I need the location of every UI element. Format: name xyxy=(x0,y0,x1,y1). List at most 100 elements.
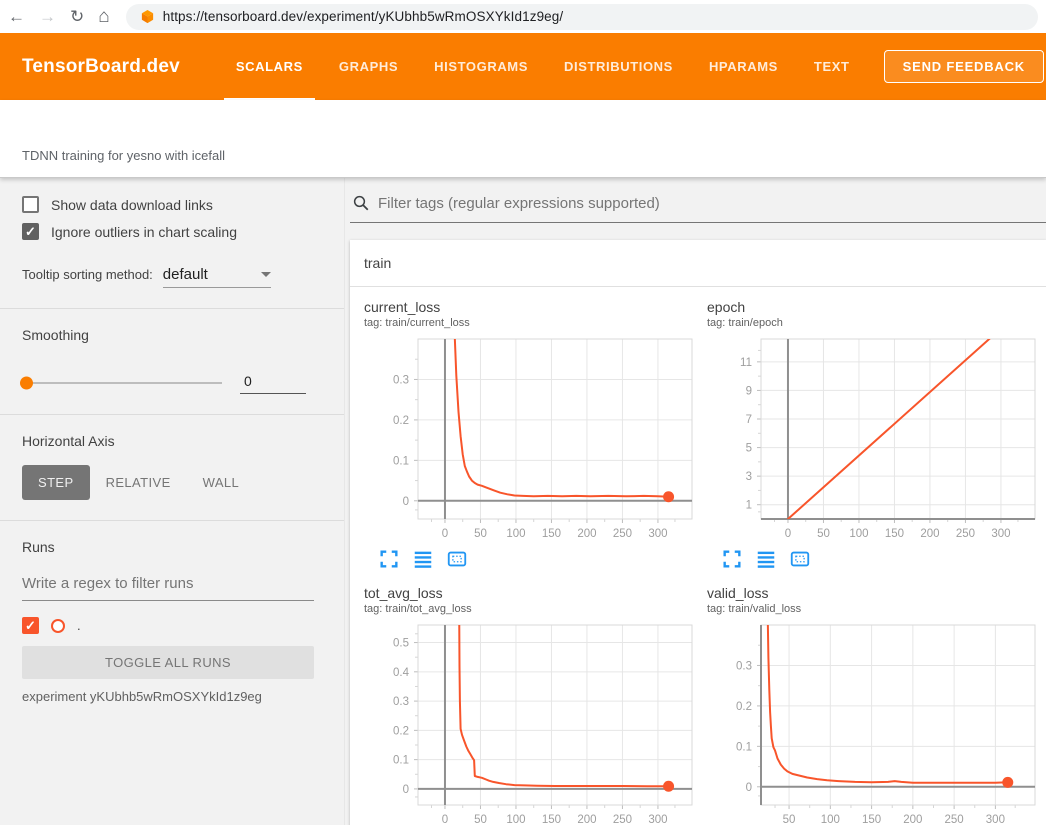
app-header: TensorBoard.dev SCALARS GRAPHS HISTOGRAM… xyxy=(0,33,1046,100)
svg-text:0.1: 0.1 xyxy=(736,741,752,753)
chart-panel-epoch: epoch tag: train/epoch 05010015020025030… xyxy=(707,299,1045,571)
toggle-y-axis-icon[interactable] xyxy=(412,547,436,571)
experiment-title-bar: TDNN training for yesno with icefall xyxy=(0,100,1046,178)
forward-icon[interactable]: → xyxy=(39,8,56,25)
svg-text:0.1: 0.1 xyxy=(393,755,409,767)
svg-text:200: 200 xyxy=(903,814,922,825)
svg-text:100: 100 xyxy=(849,528,868,540)
main-panel: train current_loss tag: train/current_lo… xyxy=(345,178,1046,825)
smoothing-slider-row xyxy=(22,371,314,394)
axis-relative-button[interactable]: RELATIVE xyxy=(90,465,187,500)
axis-wall-button[interactable]: WALL xyxy=(187,465,256,500)
svg-text:150: 150 xyxy=(542,528,561,540)
svg-text:1: 1 xyxy=(746,500,752,512)
svg-text:9: 9 xyxy=(746,385,752,397)
nav-tabs: SCALARS GRAPHS HISTOGRAMS DISTRIBUTIONS … xyxy=(236,33,850,100)
runs-regex-input[interactable] xyxy=(22,569,314,601)
smoothing-section: Smoothing xyxy=(0,308,344,414)
expand-chart-icon[interactable] xyxy=(721,547,745,571)
chart-panel-valid-loss: valid_loss tag: train/valid_loss 5010015… xyxy=(707,585,1045,825)
svg-text:0: 0 xyxy=(442,528,448,540)
tooltip-sorting-select[interactable]: default xyxy=(163,266,271,288)
section-header-train[interactable]: train xyxy=(350,240,1046,287)
train-section-card: train current_loss tag: train/current_lo… xyxy=(350,240,1046,825)
svg-text:200: 200 xyxy=(577,528,596,540)
smoothing-slider[interactable] xyxy=(22,382,222,384)
chart-title: epoch xyxy=(707,299,1045,315)
line-chart-valid-loss[interactable]: 5010015020025030000.10.20.3 xyxy=(707,619,1045,825)
svg-text:300: 300 xyxy=(991,528,1010,540)
svg-text:0.3: 0.3 xyxy=(393,696,409,708)
line-chart-epoch[interactable]: 0501001502002503001357911 xyxy=(707,333,1045,545)
svg-text:250: 250 xyxy=(613,814,632,825)
show-download-links-row[interactable]: Show data download links xyxy=(22,196,314,213)
chart-title: tot_avg_loss xyxy=(364,585,702,601)
chart-tag: tag: train/valid_loss xyxy=(707,603,1045,615)
tab-distributions[interactable]: DISTRIBUTIONS xyxy=(564,33,673,100)
send-feedback-button[interactable]: SEND FEEDBACK xyxy=(884,50,1044,83)
home-icon[interactable]: ⌂ xyxy=(98,7,109,26)
checkbox-checked-icon[interactable]: ✓ xyxy=(22,223,39,240)
tooltip-sorting-label: Tooltip sorting method: xyxy=(22,267,153,282)
line-chart-current-loss[interactable]: 05010015020025030000.10.20.3 xyxy=(364,333,702,545)
smoothing-value-input[interactable] xyxy=(240,371,306,394)
svg-text:0: 0 xyxy=(746,782,752,794)
svg-text:0.2: 0.2 xyxy=(736,701,752,713)
tooltip-sorting-value: default xyxy=(163,266,208,283)
toggle-all-runs-button[interactable]: TOGGLE ALL RUNS xyxy=(22,646,314,679)
svg-text:50: 50 xyxy=(474,528,487,540)
svg-text:150: 150 xyxy=(885,528,904,540)
chart-actions xyxy=(707,547,1045,571)
svg-text:250: 250 xyxy=(956,528,975,540)
chart-panel-current-loss: current_loss tag: train/current_loss 050… xyxy=(364,299,702,571)
fit-domain-icon[interactable] xyxy=(446,547,470,571)
run-checkbox-checked-icon[interactable]: ✓ xyxy=(22,617,39,634)
expand-chart-icon[interactable] xyxy=(378,547,402,571)
chart-tag: tag: train/tot_avg_loss xyxy=(364,603,702,615)
tab-graphs[interactable]: GRAPHS xyxy=(339,33,398,100)
svg-text:300: 300 xyxy=(986,814,1005,825)
axis-step-button[interactable]: STEP xyxy=(22,465,90,500)
chart-title: current_loss xyxy=(364,299,702,315)
tag-filter-input[interactable] xyxy=(378,195,1044,212)
svg-text:300: 300 xyxy=(648,814,667,825)
svg-text:0.3: 0.3 xyxy=(393,374,409,386)
address-bar[interactable]: https://tensorboard.dev/experiment/yKUbh… xyxy=(126,4,1038,30)
run-color-swatch-icon xyxy=(51,619,65,633)
svg-text:100: 100 xyxy=(506,814,525,825)
chart-title: valid_loss xyxy=(707,585,1045,601)
tab-text[interactable]: TEXT xyxy=(814,33,850,100)
experiment-title: TDNN training for yesno with icefall xyxy=(22,148,225,163)
horizontal-axis-label: Horizontal Axis xyxy=(22,433,115,449)
svg-text:0: 0 xyxy=(785,528,791,540)
svg-text:0: 0 xyxy=(442,814,448,825)
horizontal-axis-section: Horizontal Axis STEP RELATIVE WALL xyxy=(0,414,344,520)
smoothing-slider-thumb[interactable] xyxy=(20,376,33,389)
tab-histograms[interactable]: HISTOGRAMS xyxy=(434,33,528,100)
svg-text:0.2: 0.2 xyxy=(393,415,409,427)
chart-actions xyxy=(364,547,702,571)
svg-text:200: 200 xyxy=(920,528,939,540)
svg-text:7: 7 xyxy=(746,414,752,426)
ignore-outliers-row[interactable]: ✓ Ignore outliers in chart scaling xyxy=(22,223,314,240)
tab-hparams[interactable]: HPARAMS xyxy=(709,33,778,100)
tooltip-sorting-row: Tooltip sorting method: default xyxy=(22,266,314,288)
axis-button-group: STEP RELATIVE WALL xyxy=(22,465,314,500)
fit-domain-icon[interactable] xyxy=(789,547,813,571)
toggle-y-axis-icon[interactable] xyxy=(755,547,779,571)
svg-text:0.3: 0.3 xyxy=(736,660,752,672)
runs-label: Runs xyxy=(22,539,55,555)
svg-text:250: 250 xyxy=(945,814,964,825)
run-row[interactable]: ✓ . xyxy=(22,617,314,634)
back-icon[interactable]: ← xyxy=(8,8,25,25)
svg-text:250: 250 xyxy=(613,528,632,540)
checkbox-unchecked-icon[interactable] xyxy=(22,196,39,213)
tab-scalars[interactable]: SCALARS xyxy=(236,33,303,100)
svg-text:300: 300 xyxy=(648,528,667,540)
line-chart-tot-avg-loss[interactable]: 05010015020025030000.10.20.30.40.5 xyxy=(364,619,702,825)
svg-text:11: 11 xyxy=(740,357,752,369)
general-settings-section: Show data download links ✓ Ignore outlie… xyxy=(0,178,344,308)
browser-toolbar: ← → ↻ ⌂ https://tensorboard.dev/experime… xyxy=(0,0,1046,33)
svg-text:0.1: 0.1 xyxy=(393,455,409,467)
reload-icon[interactable]: ↻ xyxy=(70,8,84,25)
